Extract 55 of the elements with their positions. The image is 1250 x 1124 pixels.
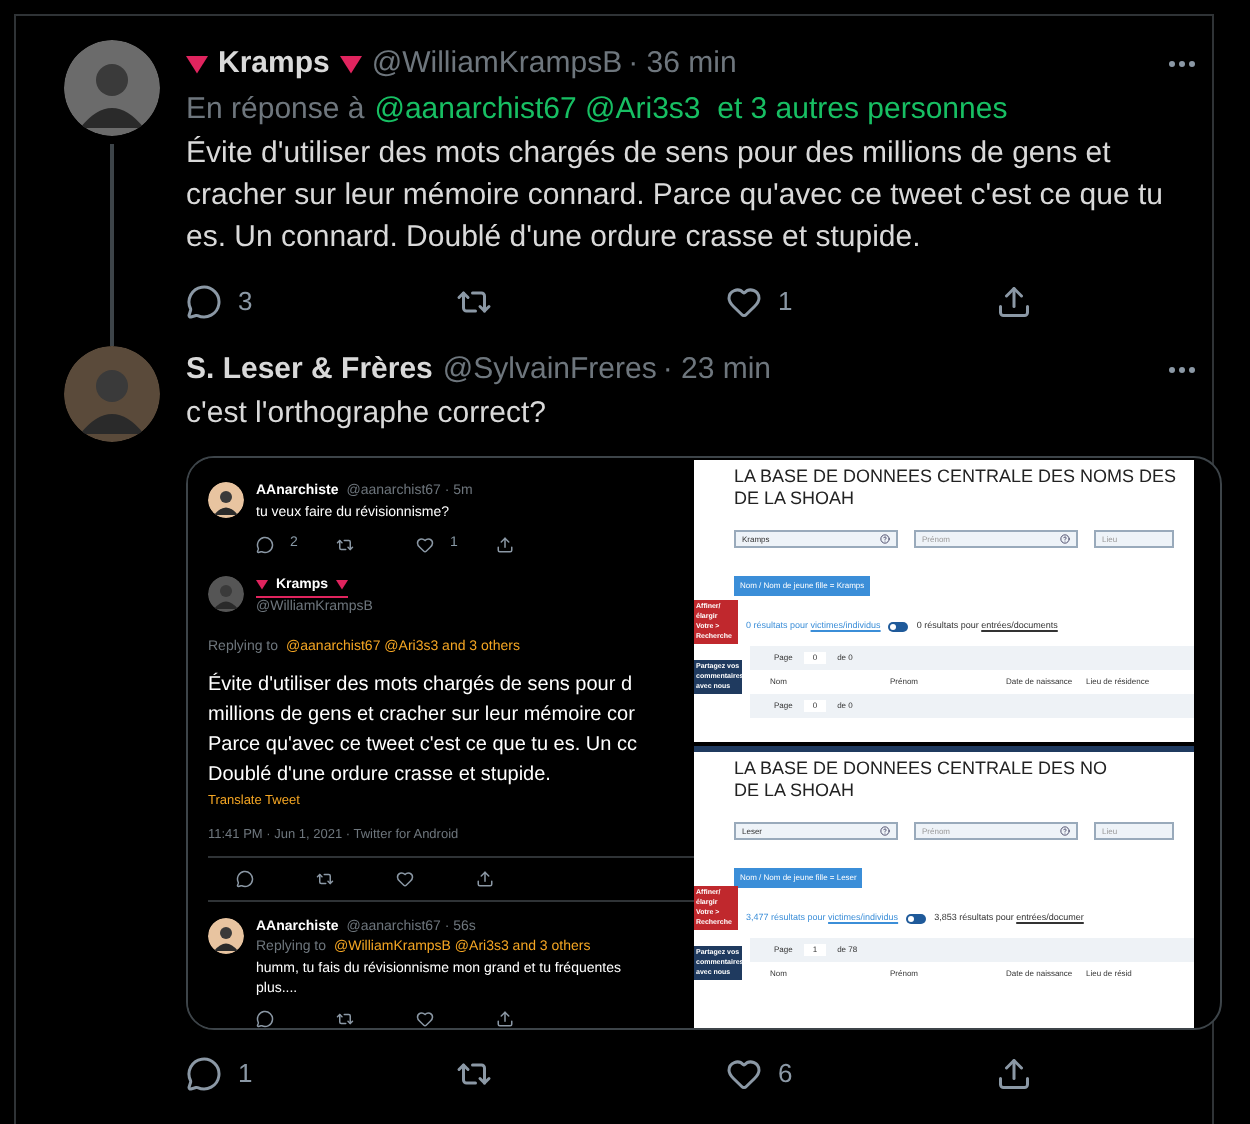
tweet-text: c'est l'orthographe correct? bbox=[186, 394, 548, 434]
help-icon bbox=[880, 826, 890, 836]
tweet-text: Évite d'utiliser des mots chargés de sens pour des millions de gens et cracher sur leur mémoire connard. Parce qu'avec ce tweet c'est ce que tu es. Un connard. Doublé d'une ordure crasse et stupide. bbox=[186, 134, 1165, 258]
like-count: 6 bbox=[778, 1056, 793, 1092]
page-title-line: DE LA SHOAH bbox=[734, 780, 857, 802]
page-title-line: DE LA SHOAH bbox=[734, 488, 857, 510]
more-icon[interactable] bbox=[1168, 365, 1196, 374]
reply-icon[interactable] bbox=[236, 869, 254, 887]
help-icon bbox=[1060, 534, 1070, 544]
like-icon[interactable] bbox=[416, 1009, 434, 1027]
like-icon[interactable] bbox=[726, 283, 762, 320]
more-icon[interactable] bbox=[1168, 60, 1196, 69]
user-handle[interactable]: @SylvainFreres bbox=[442, 347, 657, 392]
reply-icon[interactable] bbox=[186, 1055, 222, 1092]
tweet-time: · 23 min bbox=[662, 349, 772, 389]
triangle-icon bbox=[336, 580, 349, 591]
reply-icon[interactable] bbox=[186, 283, 222, 320]
avatar[interactable] bbox=[208, 917, 244, 953]
reply-count: 1 bbox=[238, 1056, 253, 1092]
page-title-line: LA BASE DE DONNEES CENTRALE DES NOMS DES bbox=[734, 466, 1179, 488]
user-name[interactable]: S. Leser & Frères bbox=[186, 347, 433, 392]
toggle-switch[interactable] bbox=[888, 621, 909, 632]
retweet-icon[interactable] bbox=[336, 1009, 354, 1027]
triangle-icon bbox=[186, 55, 208, 74]
reply-icon[interactable] bbox=[256, 535, 274, 554]
user-handle[interactable]: @WilliamKrampsB bbox=[371, 42, 623, 87]
like-icon[interactable] bbox=[726, 1055, 762, 1092]
share-icon[interactable] bbox=[996, 1055, 1032, 1092]
tweet-text-line: millions de gens et cracher sur leur mémoire cor bbox=[208, 702, 637, 730]
toggle-switch[interactable] bbox=[906, 913, 927, 924]
avatar[interactable] bbox=[208, 482, 244, 518]
triangle-icon bbox=[256, 580, 268, 591]
like-count: 1 bbox=[778, 284, 793, 320]
share-icon[interactable] bbox=[996, 283, 1032, 320]
page-title-line: LA BASE DE DONNEES CENTRALE DES NO bbox=[734, 758, 1110, 780]
mention-link[interactable]: @aanarchist67 @Ari3s3 et 3 autres personnes bbox=[374, 87, 1008, 132]
reply-prefix: En réponse à bbox=[186, 89, 365, 129]
reply-count: 3 bbox=[238, 284, 253, 320]
user-name[interactable]: Kramps bbox=[218, 42, 330, 87]
share-icon[interactable] bbox=[496, 1009, 514, 1027]
triangle-icon bbox=[339, 55, 362, 74]
like-icon[interactable] bbox=[396, 869, 414, 887]
reply-icon[interactable] bbox=[256, 1009, 274, 1027]
help-icon bbox=[1060, 826, 1070, 836]
like-icon[interactable] bbox=[416, 535, 434, 554]
media-card[interactable] bbox=[186, 456, 1222, 1030]
help-icon bbox=[880, 534, 890, 544]
tweet-text-line: Évite d'utiliser des mots chargés de sens pour d bbox=[208, 670, 635, 700]
retweet-icon[interactable] bbox=[336, 535, 354, 554]
retweet-icon[interactable] bbox=[316, 869, 334, 887]
share-icon[interactable] bbox=[476, 869, 494, 887]
tweet-text-line: Doublé d'une ordure crasse et stupide. bbox=[208, 762, 553, 790]
tweet-text-line: Parce qu'avec ce tweet c'est ce que tu es. Un cc bbox=[208, 732, 639, 760]
tweet-time: · 36 min bbox=[628, 44, 737, 84]
share-icon[interactable] bbox=[496, 535, 514, 554]
